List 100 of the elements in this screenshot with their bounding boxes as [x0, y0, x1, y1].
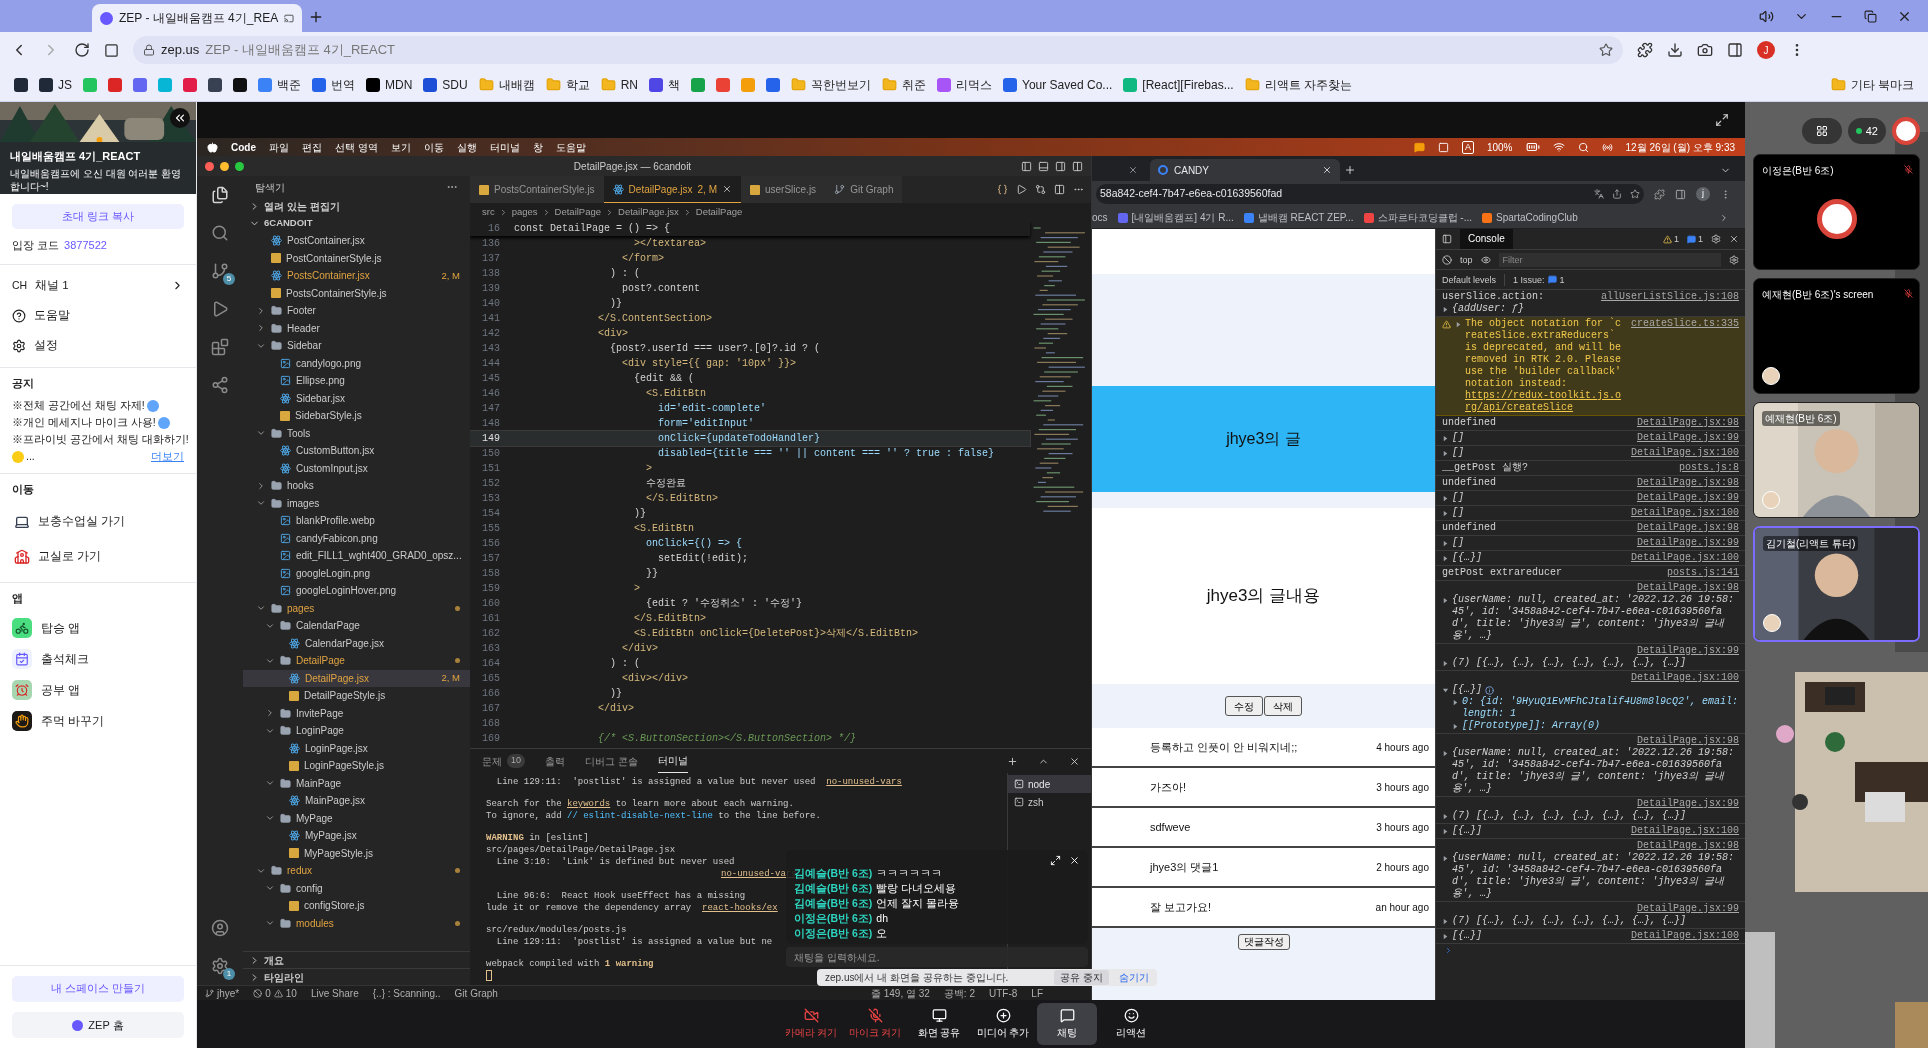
- expand-triangle-icon[interactable]: [1442, 510, 1449, 517]
- profile-avatar[interactable]: J: [1757, 41, 1775, 59]
- zoom-window-button[interactable]: [235, 161, 244, 171]
- menu-item[interactable]: 보기: [390, 139, 411, 155]
- source-link[interactable]: DetailPage.jsx:100: [1630, 825, 1739, 837]
- source-link[interactable]: DetailPage.jsx:99: [1636, 798, 1739, 810]
- folder-item[interactable]: DetailPage: [243, 652, 470, 670]
- chevron-icon[interactable]: [265, 708, 275, 719]
- filter-field[interactable]: Filter: [1498, 252, 1721, 267]
- console-value[interactable]: []: [1452, 492, 1464, 504]
- problems-status[interactable]: 0 10: [253, 985, 297, 1000]
- layout-icon[interactable]: [1072, 160, 1083, 172]
- move-item[interactable]: 보충수업실 가기: [12, 504, 184, 539]
- toggle-sidebar-icon[interactable]: [1021, 160, 1032, 172]
- source-link[interactable]: createSlice.ts:335: [1630, 318, 1739, 330]
- folder-item[interactable]: images: [243, 494, 470, 512]
- more-bookmarks-icon[interactable]: [1719, 212, 1729, 223]
- source-link[interactable]: DetailPage.jsx:98: [1636, 522, 1739, 534]
- file-item[interactable]: MyPageStyle.js: [243, 844, 470, 862]
- breadcrumb[interactable]: pages: [511, 204, 538, 220]
- bookmark[interactable]: 기타 북마크: [1830, 75, 1914, 94]
- app-item[interactable]: 탑승 앱: [12, 612, 184, 644]
- source-link[interactable]: DetailPage.jsx:98: [1636, 735, 1739, 747]
- chevron-icon[interactable]: [256, 480, 266, 491]
- bookmark[interactable]: [14, 77, 28, 92]
- toggle-panel-icon[interactable]: [1038, 160, 1049, 172]
- bookmark[interactable]: SDU: [423, 75, 468, 94]
- bookmark[interactable]: [233, 77, 247, 92]
- toggle-secondary-icon[interactable]: [1055, 160, 1066, 172]
- expand-triangle-icon[interactable]: [1442, 597, 1449, 604]
- post-action-button[interactable]: 수정: [1225, 696, 1263, 716]
- console-link[interactable]: https://redux-toolkit.js.org/api/createSlice: [1455, 390, 1627, 414]
- explorer-icon[interactable]: [211, 186, 229, 204]
- expand-triangle-icon[interactable]: [1442, 750, 1449, 757]
- camera-icon[interactable]: [1697, 42, 1713, 58]
- zep-home-button[interactable]: ZEP 홈: [12, 1012, 184, 1038]
- folder-item[interactable]: Footer: [243, 302, 470, 320]
- source-link[interactable]: DetailPage.jsx:100: [1630, 930, 1739, 942]
- source-link[interactable]: DetailPage.jsx:99: [1636, 432, 1739, 444]
- stop-sharing-button[interactable]: 공유 중지: [1054, 970, 1109, 985]
- battery-icon[interactable]: [1525, 140, 1540, 154]
- write-comment-button[interactable]: 댓글작성: [1237, 934, 1290, 950]
- scanning-status[interactable]: {..} : Scanning..: [372, 985, 441, 1000]
- editor-tab[interactable]: DetailPage.jsx 2, M: [603, 176, 741, 203]
- source-link[interactable]: allUserListSlice.js:108: [1600, 291, 1739, 303]
- file-item[interactable]: LoginPageStyle.js: [243, 757, 470, 775]
- chat-input[interactable]: 채팅을 입력하세요.: [786, 947, 1088, 967]
- section-header[interactable]: 열려 있는 편집기: [243, 198, 470, 215]
- chat-button[interactable]: 채팅: [1037, 1003, 1097, 1045]
- menu-item[interactable]: 창: [532, 139, 543, 155]
- braces-icon[interactable]: [997, 184, 1008, 195]
- extensions-icon[interactable]: [211, 338, 229, 356]
- expand-triangle-icon[interactable]: [1442, 660, 1449, 667]
- editor-tab[interactable]: Git Graph: [825, 176, 903, 203]
- source-link[interactable]: DetailPage.jsx:100: [1630, 507, 1739, 519]
- section-header[interactable]: 개요: [243, 951, 470, 968]
- console-value[interactable]: [{…}]: [1452, 552, 1482, 564]
- bookmark[interactable]: 스파르타코딩클럽 -...: [1363, 210, 1472, 225]
- source-link[interactable]: DetailPage.jsx:100: [1630, 672, 1739, 684]
- file-item[interactable]: Ellipse.png: [243, 372, 470, 390]
- expand-triangle-icon[interactable]: [1442, 540, 1449, 547]
- expand-triangle-icon[interactable]: [1442, 450, 1449, 457]
- invite-link-button[interactable]: 초대 링크 복사: [12, 204, 184, 229]
- live-share-status[interactable]: Live Share: [310, 985, 359, 1000]
- folder-item[interactable]: config: [243, 879, 470, 897]
- bookmark[interactable]: 학교: [545, 75, 590, 94]
- browser-tab[interactable]: ZEP - 내일배움캠프 4기_REA: [92, 4, 302, 32]
- new-tab-icon[interactable]: [1344, 164, 1356, 176]
- console-property[interactable]: [[Prototype]]: Array(0): [1462, 720, 1601, 732]
- console-value[interactable]: [{…}]: [1452, 684, 1482, 696]
- source-link[interactable]: DetailPage.jsx:99: [1636, 645, 1739, 657]
- close-icon[interactable]: [1322, 165, 1332, 175]
- console-value[interactable]: []: [1452, 537, 1464, 549]
- file-item[interactable]: candyFabicon.png: [243, 529, 470, 547]
- chevron-icon[interactable]: [256, 323, 266, 334]
- console-value[interactable]: []: [1452, 432, 1464, 444]
- warning-count[interactable]: 1: [1662, 233, 1679, 245]
- bookmark[interactable]: JS: [39, 75, 72, 94]
- source-link[interactable]: DetailPage.jsx:98: [1636, 840, 1739, 852]
- input-source[interactable]: A: [1461, 140, 1474, 154]
- folder-item[interactable]: Tools: [243, 424, 470, 442]
- settings-icon[interactable]: [1729, 254, 1739, 265]
- chevron-icon[interactable]: [256, 305, 266, 316]
- expand-triangle-icon[interactable]: [1442, 306, 1449, 313]
- run-debug-icon[interactable]: [211, 300, 229, 318]
- issues-button[interactable]: 1 Issue: 1: [1504, 273, 1565, 286]
- file-item[interactable]: configStore.js: [243, 897, 470, 915]
- indent-status[interactable]: 공백: 2: [943, 985, 975, 1000]
- file-item[interactable]: LoginPage.jsx: [243, 739, 470, 757]
- folder-item[interactable]: redux: [243, 862, 470, 880]
- folder-item[interactable]: pages: [243, 599, 470, 617]
- menu-item[interactable]: 파일: [269, 139, 289, 155]
- search-icon[interactable]: [211, 224, 229, 242]
- git-graph-status[interactable]: Git Graph: [454, 985, 498, 1000]
- split-editor-icon[interactable]: [1054, 184, 1065, 195]
- bookmark[interactable]: 책: [649, 75, 681, 94]
- bookmark[interactable]: [208, 77, 222, 92]
- expand-triangle-icon[interactable]: [1452, 723, 1459, 730]
- expand-triangle-icon[interactable]: [1452, 699, 1459, 706]
- close-icon[interactable]: [1069, 855, 1080, 866]
